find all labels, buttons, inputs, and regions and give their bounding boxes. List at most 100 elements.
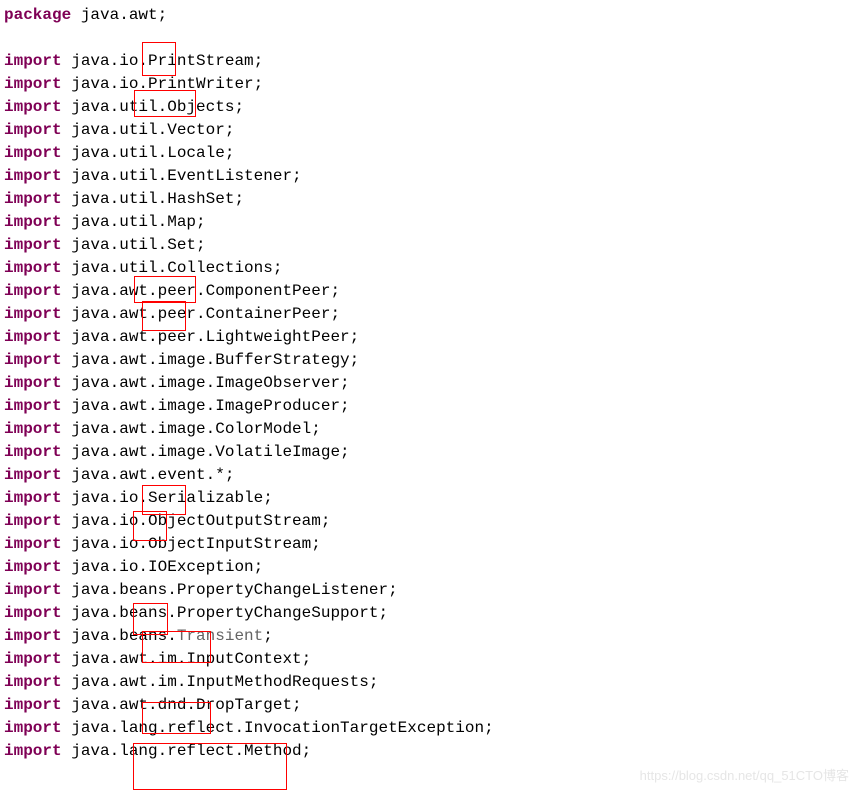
keyword: import bbox=[4, 282, 62, 300]
import-path: java.awt.image.ImageObserver; bbox=[62, 374, 350, 392]
keyword: import bbox=[4, 742, 62, 760]
code-line: import java.io.ObjectOutputStream; bbox=[4, 510, 855, 533]
import-path: java.beans. bbox=[62, 627, 177, 645]
keyword: import bbox=[4, 466, 62, 484]
code-line: package java.awt; bbox=[4, 4, 855, 27]
keyword: import bbox=[4, 190, 62, 208]
code-line: import java.awt.image.BufferStrategy; bbox=[4, 349, 855, 372]
import-path: java.util.Vector; bbox=[62, 121, 235, 139]
keyword: import bbox=[4, 121, 62, 139]
code-line: import java.beans.PropertyChangeSupport; bbox=[4, 602, 855, 625]
code-line: import java.util.Collections; bbox=[4, 257, 855, 280]
code-line: import java.awt.peer.ComponentPeer; bbox=[4, 280, 855, 303]
keyword: import bbox=[4, 719, 62, 737]
code-line: import java.io.PrintStream; bbox=[4, 50, 855, 73]
code-line: import java.beans.PropertyChangeListener… bbox=[4, 579, 855, 602]
code-line: import java.awt.image.ColorModel; bbox=[4, 418, 855, 441]
keyword: import bbox=[4, 305, 62, 323]
keyword: import bbox=[4, 236, 62, 254]
code-line: import java.awt.dnd.DropTarget; bbox=[4, 694, 855, 717]
code-line: import java.awt.im.InputContext; bbox=[4, 648, 855, 671]
code-line: import java.util.Locale; bbox=[4, 142, 855, 165]
import-path: java.awt.peer.ComponentPeer; bbox=[62, 282, 340, 300]
import-path: java.io.PrintWriter; bbox=[62, 75, 264, 93]
keyword: import bbox=[4, 558, 62, 576]
code-line: import java.lang.reflect.Method; bbox=[4, 740, 855, 763]
import-path: java.util.HashSet; bbox=[62, 190, 244, 208]
keyword: import bbox=[4, 604, 62, 622]
code-line: import java.io.IOException; bbox=[4, 556, 855, 579]
keyword: import bbox=[4, 397, 62, 415]
import-path: java.awt.peer.ContainerPeer; bbox=[62, 305, 340, 323]
watermark: https://blog.csdn.net/qq_51CTO博客 bbox=[640, 764, 849, 787]
import-path: java.io.Serializable; bbox=[62, 489, 273, 507]
keyword: import bbox=[4, 374, 62, 392]
keyword: import bbox=[4, 420, 62, 438]
code-line: import java.util.HashSet; bbox=[4, 188, 855, 211]
keyword: import bbox=[4, 328, 62, 346]
keyword: import bbox=[4, 512, 62, 530]
import-path: java.util.Map; bbox=[62, 213, 206, 231]
package-name: java.awt; bbox=[71, 6, 167, 24]
import-path: java.awt.im.InputContext; bbox=[62, 650, 312, 668]
code-line: import java.util.Set; bbox=[4, 234, 855, 257]
keyword: import bbox=[4, 535, 62, 553]
code-line: import java.io.ObjectInputStream; bbox=[4, 533, 855, 556]
keyword: import bbox=[4, 581, 62, 599]
keyword: import bbox=[4, 98, 62, 116]
import-path: java.awt.im.InputMethodRequests; bbox=[62, 673, 379, 691]
code-line: import java.lang.reflect.InvocationTarge… bbox=[4, 717, 855, 740]
import-path: java.beans.PropertyChangeSupport; bbox=[62, 604, 388, 622]
import-path: java.io.ObjectInputStream; bbox=[62, 535, 321, 553]
import-path: java.util.EventListener; bbox=[62, 167, 302, 185]
code-line: import java.io.PrintWriter; bbox=[4, 73, 855, 96]
code-line: import java.util.EventListener; bbox=[4, 165, 855, 188]
keyword: import bbox=[4, 167, 62, 185]
import-path: java.awt.peer.LightweightPeer; bbox=[62, 328, 360, 346]
code-line: import java.io.Serializable; bbox=[4, 487, 855, 510]
keyword: import bbox=[4, 144, 62, 162]
code-line: import java.util.Map; bbox=[4, 211, 855, 234]
code-line: import java.awt.image.VolatileImage; bbox=[4, 441, 855, 464]
import-path: java.awt.image.BufferStrategy; bbox=[62, 351, 360, 369]
keyword: import bbox=[4, 443, 62, 461]
keyword: package bbox=[4, 6, 71, 24]
import-path: java.io.IOException; bbox=[62, 558, 264, 576]
code-line: import java.awt.image.ImageObserver; bbox=[4, 372, 855, 395]
import-path: java.lang.reflect.Method; bbox=[62, 742, 312, 760]
import-path: java.util.Collections; bbox=[62, 259, 283, 277]
import-path: java.io.PrintStream; bbox=[62, 52, 264, 70]
code-line: import java.util.Vector; bbox=[4, 119, 855, 142]
keyword: import bbox=[4, 75, 62, 93]
keyword: import bbox=[4, 627, 62, 645]
code-block: package java.awt; import java.io.PrintSt… bbox=[4, 4, 855, 763]
import-path: java.util.Locale; bbox=[62, 144, 235, 162]
import-path: java.util.Objects; bbox=[62, 98, 244, 116]
annotation-transient: Transient bbox=[177, 627, 263, 645]
code-line: import java.awt.event.*; bbox=[4, 464, 855, 487]
import-path: java.awt.dnd.DropTarget; bbox=[62, 696, 302, 714]
keyword: import bbox=[4, 650, 62, 668]
code-line: import java.beans.Transient; bbox=[4, 625, 855, 648]
keyword: import bbox=[4, 213, 62, 231]
keyword: import bbox=[4, 259, 62, 277]
code-line: import java.awt.image.ImageProducer; bbox=[4, 395, 855, 418]
import-path: java.beans.PropertyChangeListener; bbox=[62, 581, 398, 599]
code-line: import java.awt.peer.LightweightPeer; bbox=[4, 326, 855, 349]
code-line: import java.awt.im.InputMethodRequests; bbox=[4, 671, 855, 694]
import-path: java.awt.event.*; bbox=[62, 466, 235, 484]
code-line: import java.awt.peer.ContainerPeer; bbox=[4, 303, 855, 326]
code-line bbox=[4, 27, 855, 50]
import-path: java.io.ObjectOutputStream; bbox=[62, 512, 331, 530]
keyword: import bbox=[4, 489, 62, 507]
semicolon: ; bbox=[263, 627, 273, 645]
keyword: import bbox=[4, 673, 62, 691]
import-path: java.awt.image.VolatileImage; bbox=[62, 443, 350, 461]
import-path: java.awt.image.ImageProducer; bbox=[62, 397, 350, 415]
keyword: import bbox=[4, 52, 62, 70]
import-path: java.lang.reflect.InvocationTargetExcept… bbox=[62, 719, 494, 737]
import-path: java.util.Set; bbox=[62, 236, 206, 254]
code-line: import java.util.Objects; bbox=[4, 96, 855, 119]
keyword: import bbox=[4, 351, 62, 369]
import-path: java.awt.image.ColorModel; bbox=[62, 420, 321, 438]
